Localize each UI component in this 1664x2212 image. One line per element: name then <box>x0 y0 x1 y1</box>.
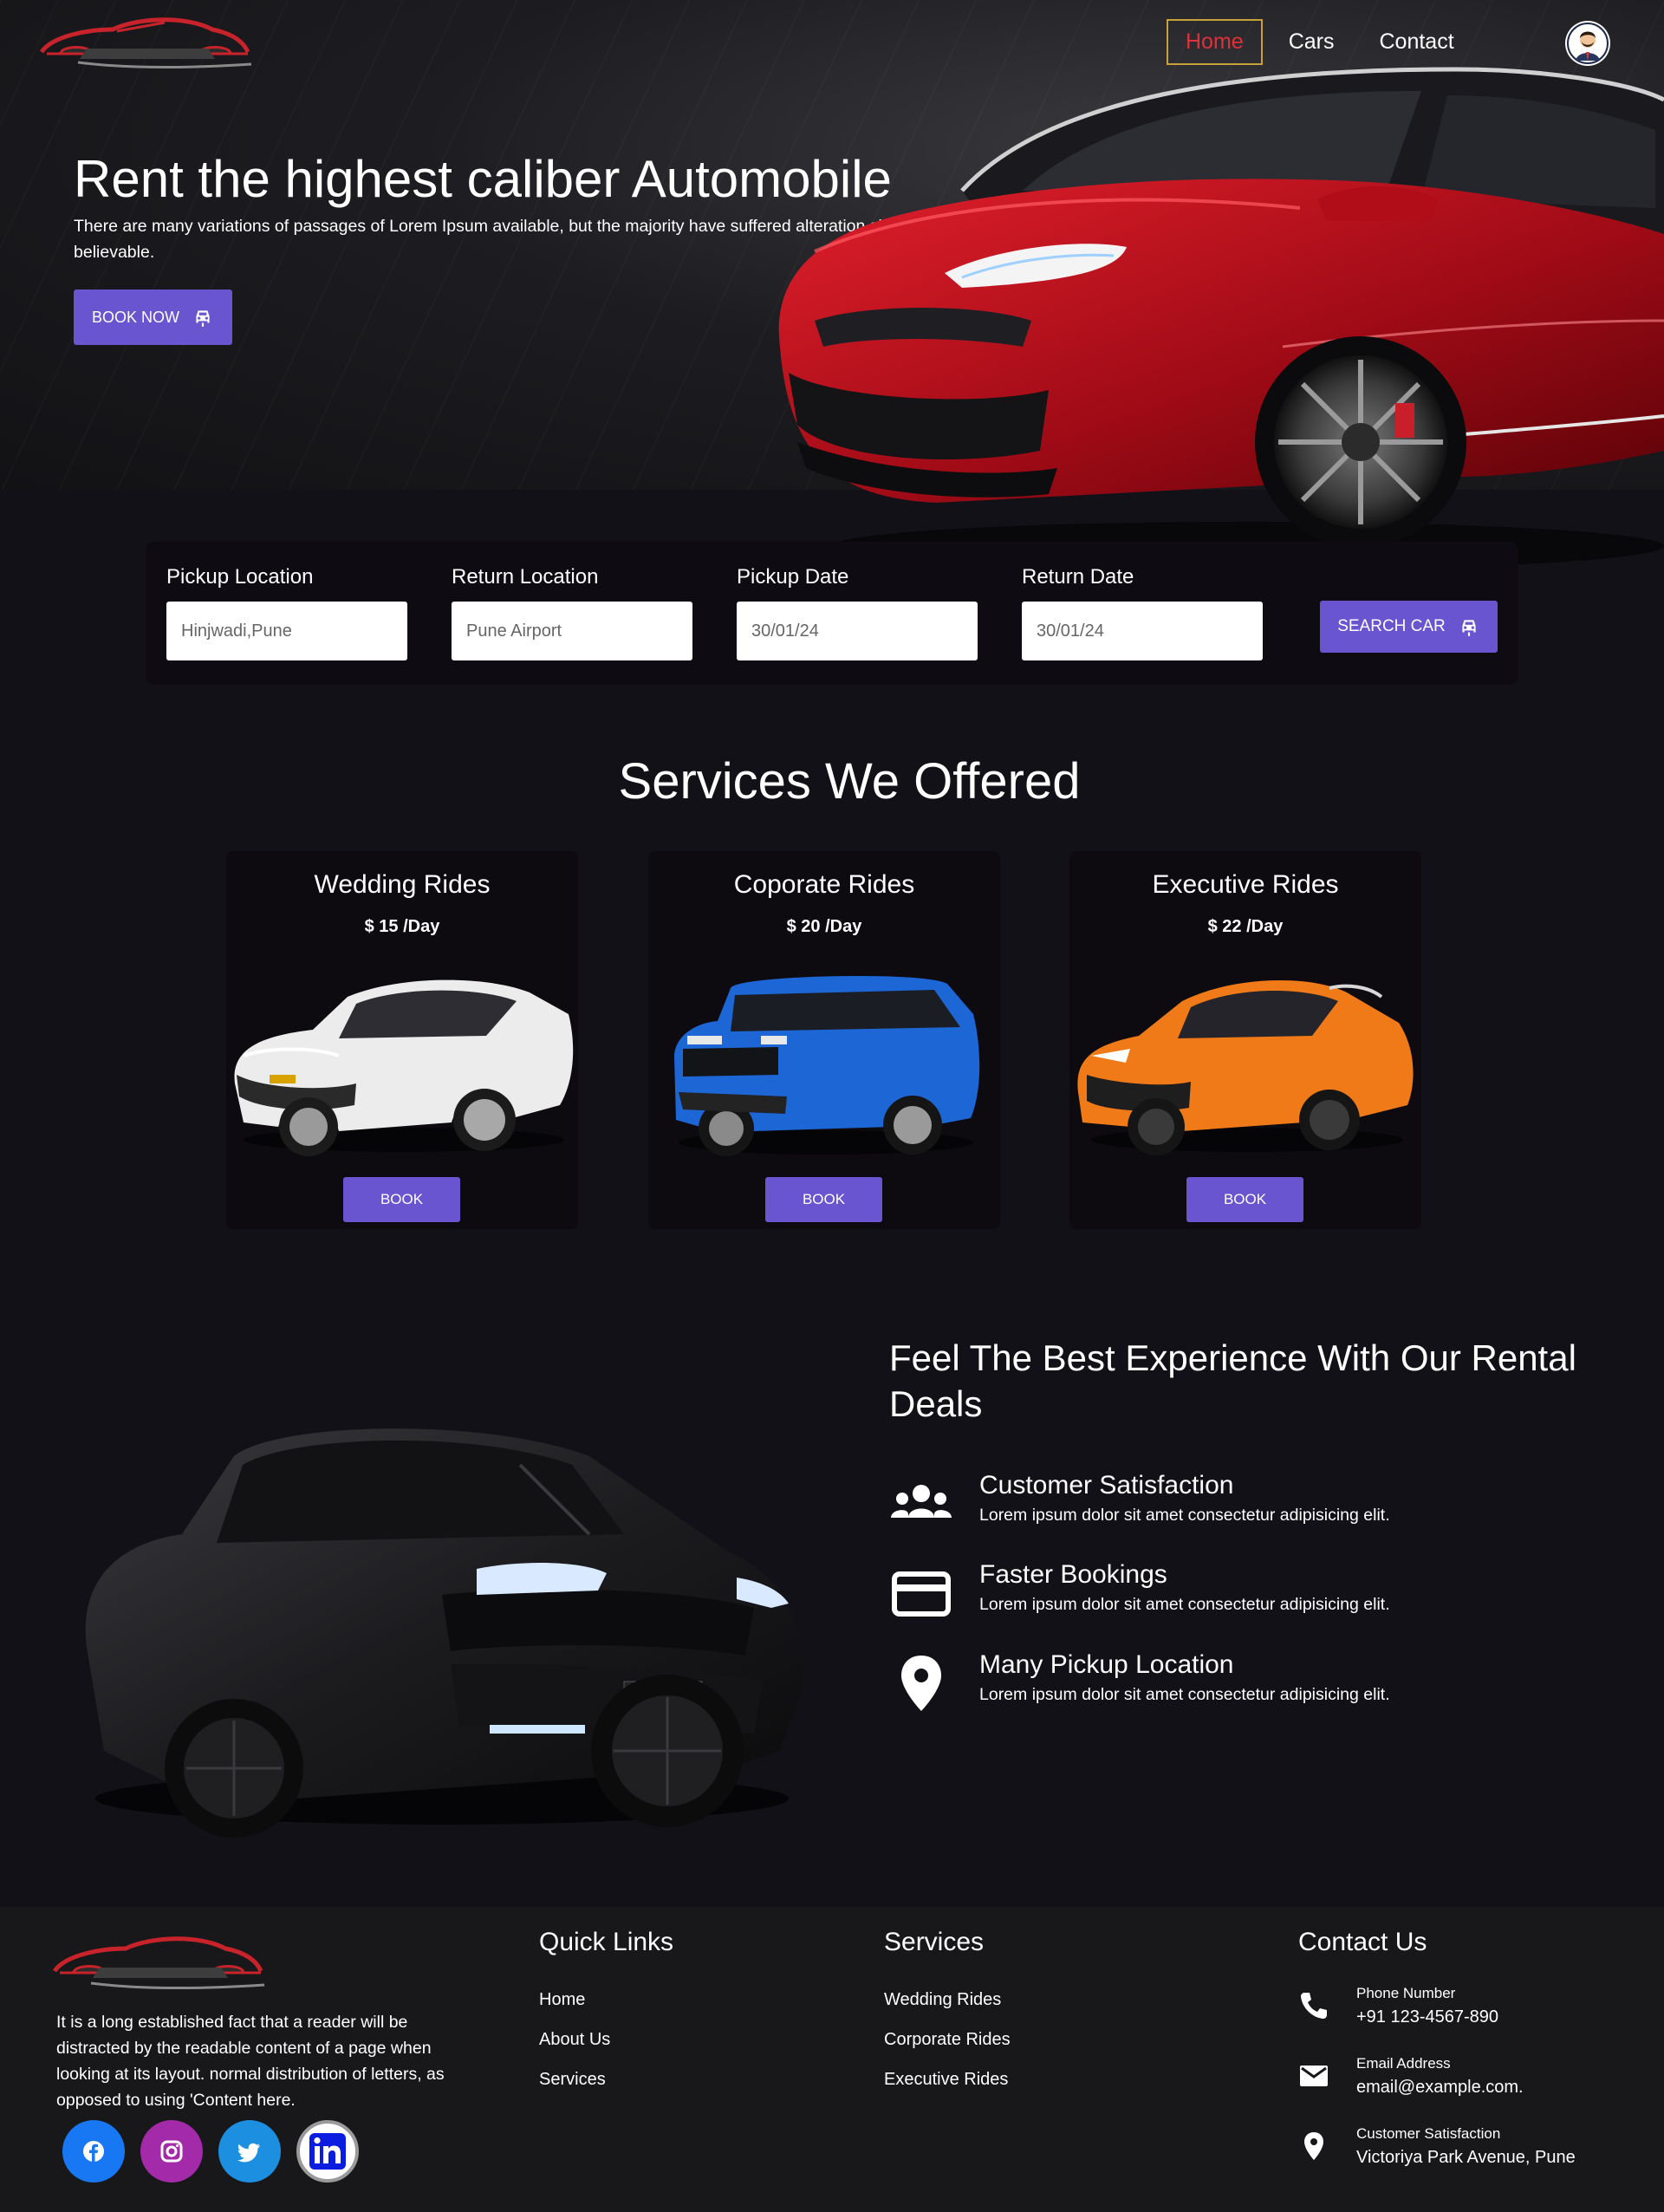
book-now-button[interactable]: BOOK NOW <box>74 290 232 345</box>
linkedin-icon <box>309 2133 346 2170</box>
feature-title: Many Pickup Location <box>979 1650 1234 1679</box>
service-card-wedding: Wedding Rides $ 15 /Day BOOK <box>226 851 578 1229</box>
pickup-date-field: Pickup Date 30/01/24 <box>737 565 978 660</box>
book-now-label: BOOK NOW <box>91 308 179 326</box>
book-executive-button[interactable]: BOOK <box>1186 1177 1303 1222</box>
pickup-date-input[interactable]: 30/01/24 <box>737 602 978 660</box>
service-card-executive: Executive Rides $ 22 /Day BOOK <box>1069 851 1421 1229</box>
feature-desc: Lorem ipsum dolor sit amet consectetur a… <box>979 1506 1390 1525</box>
return-date-input[interactable]: 30/01/24 <box>1022 602 1263 660</box>
car-front-icon <box>1462 620 1476 636</box>
feature-faster-bookings: Faster Bookings Lorem ipsum dolor sit am… <box>886 1558 1631 1636</box>
service-card-price: $ 22 /Day <box>1207 917 1284 936</box>
contact-value[interactable]: +91 123-4567-890 <box>1356 2007 1498 2027</box>
service-card-price: $ 20 /Day <box>786 917 862 936</box>
twitter-icon <box>237 2143 260 2163</box>
services-title: Services We Offered <box>618 753 1081 810</box>
return-location-field: Return Location Pune Airport <box>452 565 692 660</box>
nav-contact[interactable]: Contact <box>1360 19 1472 65</box>
avatar-icon <box>1567 23 1609 64</box>
book-corporate-button[interactable]: BOOK <box>765 1177 882 1222</box>
feature-desc: Lorem ipsum dolor sit amet consectetur a… <box>979 1595 1390 1614</box>
service-card-corporate: Coporate Rides $ 20 /Day BOOK <box>648 851 1000 1229</box>
car-front-icon <box>196 310 210 327</box>
pickup-location-field: Pickup Location Hinjwadi,Pune <box>166 565 407 660</box>
footer-link-about[interactable]: About Us <box>539 2030 610 2050</box>
feature-customer-satisfaction: Customer Satisfaction Lorem ipsum dolor … <box>886 1469 1631 1547</box>
pickup-date-label: Pickup Date <box>737 565 849 589</box>
return-date-label: Return Date <box>1022 565 1134 589</box>
brand-logo[interactable] <box>35 10 260 80</box>
feature-many-pickup-location: Many Pickup Location Lorem ipsum dolor s… <box>886 1649 1631 1727</box>
feature-desc: Lorem ipsum dolor sit amet consectetur a… <box>979 1685 1390 1704</box>
contact-value[interactable]: email@example.com. <box>1356 2078 1524 2098</box>
hero-car-image <box>778 67 1664 570</box>
contact-email: Email Address email@example.com. <box>1297 2055 1643 2107</box>
service-card-title: Executive Rides <box>1152 870 1339 899</box>
nav-cars[interactable]: Cars <box>1270 19 1354 65</box>
contact-phone: Phone Number +91 123-4567-890 <box>1297 1985 1643 2037</box>
contact-label: Email Address <box>1356 2055 1451 2072</box>
facebook-icon <box>83 2141 104 2162</box>
main-nav: Home Cars Contact <box>1167 19 1480 65</box>
service-card-title: Coporate Rides <box>733 870 915 899</box>
service-card-title: Wedding Rides <box>314 870 491 899</box>
footer-services-heading: Services <box>884 1928 985 1956</box>
instagram-icon <box>160 2140 183 2163</box>
twitter-link[interactable] <box>218 2120 281 2183</box>
quick-links-heading: Quick Links <box>539 1928 674 1956</box>
search-car-label: SEARCH CAR <box>1337 617 1446 635</box>
pickup-location-label: Pickup Location <box>166 565 314 589</box>
car-search-panel: Pickup Location Hinjwadi,Pune Return Loc… <box>146 542 1518 685</box>
footer-about-text: It is a long established fact that a rea… <box>56 2013 445 2110</box>
footer-link-wedding-rides[interactable]: Wedding Rides <box>884 1990 1001 2010</box>
feature-title: Faster Bookings <box>979 1560 1167 1589</box>
footer-link-home[interactable]: Home <box>539 1990 585 2010</box>
white-car-image <box>234 979 574 1156</box>
location-pin-icon <box>901 1656 941 1711</box>
contact-value: Victoriya Park Avenue, Pune <box>1356 2148 1576 2167</box>
user-avatar[interactable] <box>1565 21 1610 66</box>
social-links <box>62 2120 374 2183</box>
phone-icon <box>1301 1993 1327 2019</box>
facebook-link[interactable] <box>62 2120 125 2183</box>
contact-label: Phone Number <box>1356 1985 1456 2001</box>
hero-section: Home Cars Contact Rent the highest calib… <box>0 0 1664 570</box>
instagram-link[interactable] <box>140 2120 203 2183</box>
mail-icon <box>1300 2066 1328 2086</box>
contact-address: Customer Satisfaction Victoriya Park Ave… <box>1297 2125 1643 2177</box>
blue-suv-image <box>674 975 980 1156</box>
service-card-price: $ 15 /Day <box>364 917 440 936</box>
return-location-label: Return Location <box>452 565 599 589</box>
nav-home[interactable]: Home <box>1167 19 1263 65</box>
linkedin-link[interactable] <box>296 2120 359 2183</box>
footer-link-corporate-rides[interactable]: Corporate Rides <box>884 2030 1011 2050</box>
people-icon <box>891 1485 952 1518</box>
black-suv-image <box>85 1428 803 1838</box>
orange-car-image <box>1077 980 1414 1155</box>
location-pin-icon <box>1304 2132 1323 2160</box>
contact-heading: Contact Us <box>1298 1928 1427 1956</box>
credit-card-icon <box>892 1571 951 1617</box>
contact-label: Customer Satisfaction <box>1356 2125 1501 2142</box>
search-car-button[interactable]: SEARCH CAR <box>1320 601 1498 653</box>
return-location-input[interactable]: Pune Airport <box>452 602 692 660</box>
return-date-field: Return Date 30/01/24 <box>1022 565 1263 660</box>
experience-title: Feel The Best Experience With Our Rental… <box>889 1337 1576 1424</box>
feature-title: Customer Satisfaction <box>979 1471 1234 1500</box>
pickup-location-input[interactable]: Hinjwadi,Pune <box>166 602 407 660</box>
footer-link-executive-rides[interactable]: Executive Rides <box>884 2070 1008 2090</box>
footer-brand-logo[interactable] <box>48 1926 273 2004</box>
site-footer: It is a long established fact that a rea… <box>0 1907 1664 2212</box>
book-wedding-button[interactable]: BOOK <box>343 1177 460 1222</box>
footer-link-services[interactable]: Services <box>539 2070 606 2090</box>
